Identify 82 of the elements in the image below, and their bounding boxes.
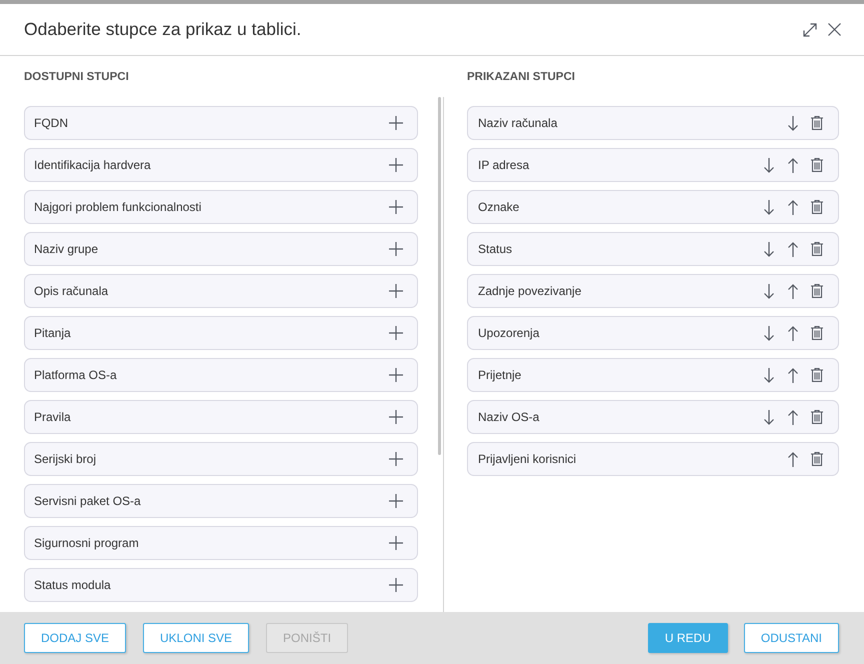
column-name: Sigurnosni program xyxy=(34,536,140,550)
arrow-up-icon xyxy=(788,284,798,298)
column-name: Status xyxy=(478,242,514,256)
plus-icon xyxy=(389,200,403,214)
trash-icon xyxy=(811,242,823,256)
add-button[interactable] xyxy=(386,365,406,385)
plus-icon xyxy=(389,578,403,592)
section-heading: DOSTUPNI STUPCI xyxy=(24,70,130,84)
column-name: Identifikacija hardvera xyxy=(34,158,152,172)
plus-icon xyxy=(389,284,403,298)
expand-button[interactable] xyxy=(802,22,818,38)
add-button[interactable] xyxy=(386,491,406,511)
column-name: Opis računala xyxy=(34,284,110,298)
close-icon xyxy=(828,23,840,36)
plus-icon xyxy=(389,116,403,130)
column-name: IP adresa xyxy=(478,158,530,172)
dialog-title: Odaberite stupce za prikaz u tablici. xyxy=(24,19,302,40)
add-button[interactable] xyxy=(386,533,406,553)
footer-button[interactable]: U REDU xyxy=(648,623,728,653)
section-heading: PRIKAZANI STUPCI xyxy=(467,70,576,84)
add-button[interactable] xyxy=(386,197,406,217)
arrow-down-icon xyxy=(764,284,774,298)
arrow-down-icon xyxy=(764,158,774,172)
plus-icon xyxy=(389,494,403,508)
column-name: Naziv grupe xyxy=(34,242,100,256)
plus-icon xyxy=(389,452,403,466)
footer-button[interactable]: DODAJ SVE xyxy=(24,623,126,653)
expand-icon xyxy=(803,22,817,36)
arrow-down-icon xyxy=(764,410,774,424)
arrow-down-icon xyxy=(764,326,774,340)
arrow-up-icon xyxy=(788,200,798,214)
add-button[interactable] xyxy=(386,449,406,469)
arrow-up-icon xyxy=(788,242,798,256)
column-name: Status modula xyxy=(34,578,112,592)
column-name: FQDN xyxy=(34,116,69,130)
arrow-down-icon xyxy=(764,200,774,214)
column-name: Naziv OS-a xyxy=(478,410,540,424)
add-button[interactable] xyxy=(386,281,406,301)
trash-icon xyxy=(811,326,823,340)
close-button[interactable] xyxy=(826,22,842,38)
trash-icon xyxy=(811,116,823,130)
column-name: Servisni paket OS-a xyxy=(34,494,142,508)
plus-icon xyxy=(389,536,403,550)
plus-icon xyxy=(389,242,403,256)
column-name: Upozorenja xyxy=(478,326,540,340)
add-button[interactable] xyxy=(386,407,406,427)
scrollbar-thumb[interactable] xyxy=(438,97,441,455)
plus-icon xyxy=(389,158,403,172)
column-name: Naziv računala xyxy=(478,116,558,130)
add-button[interactable] xyxy=(386,155,406,175)
add-button[interactable] xyxy=(386,575,406,595)
plus-icon xyxy=(389,410,403,424)
column-name: Serijski broj xyxy=(34,452,98,466)
column-name: Najgori problem funkcionalnosti xyxy=(34,200,202,214)
arrow-up-icon xyxy=(788,368,798,382)
trash-icon xyxy=(811,410,823,424)
arrow-down-icon xyxy=(764,242,774,256)
arrow-up-icon xyxy=(788,452,798,466)
add-button[interactable] xyxy=(386,239,406,259)
column-name: Prijetnje xyxy=(478,368,522,382)
arrow-down-icon xyxy=(764,368,774,382)
arrow-up-icon xyxy=(788,410,798,424)
trash-icon xyxy=(811,368,823,382)
arrow-up-icon xyxy=(788,158,798,172)
arrow-down-icon xyxy=(788,116,798,130)
plus-icon xyxy=(389,326,403,340)
add-button[interactable] xyxy=(386,323,406,343)
column-name: Oznake xyxy=(478,200,520,214)
trash-icon xyxy=(811,200,823,214)
column-name: Pravila xyxy=(34,410,72,424)
trash-icon xyxy=(811,284,823,298)
column-name: Prijavljeni korisnici xyxy=(478,452,578,466)
trash-icon xyxy=(811,452,823,466)
trash-icon xyxy=(811,158,823,172)
column-name: Pitanja xyxy=(34,326,72,340)
column-name: Zadnje povezivanje xyxy=(478,284,582,298)
column-name: Platforma OS-a xyxy=(34,368,118,382)
add-button[interactable] xyxy=(386,113,406,133)
plus-icon xyxy=(389,368,403,382)
footer-button[interactable]: UKLONI SVE xyxy=(143,623,250,653)
footer-button[interactable]: ODUSTANI xyxy=(744,623,839,653)
arrow-up-icon xyxy=(788,326,798,340)
